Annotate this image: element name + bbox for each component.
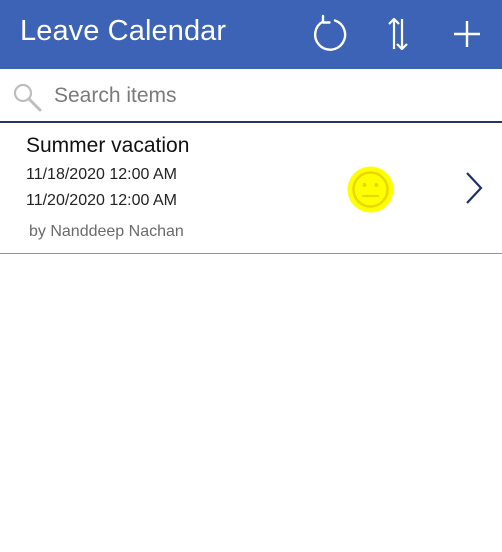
page-title: Leave Calendar — [20, 15, 227, 47]
add-button[interactable] — [445, 12, 489, 56]
item-title: Summer vacation — [26, 134, 190, 157]
list-item[interactable]: Summer vacation 11/18/2020 12:00 AM 11/2… — [0, 123, 502, 254]
app-header: Leave Calendar — [0, 0, 502, 69]
sort-icon — [388, 17, 408, 51]
chevron-right-icon[interactable] — [460, 170, 486, 206]
add-icon — [454, 21, 480, 47]
refresh-button[interactable] — [308, 12, 352, 56]
refresh-icon — [313, 14, 347, 51]
search-input[interactable] — [54, 79, 484, 113]
item-end-date: 11/20/2020 12:00 AM — [26, 192, 177, 209]
search-icon — [13, 83, 42, 112]
sort-button[interactable] — [376, 12, 420, 56]
item-author: by Nanddeep Nachan — [29, 223, 184, 240]
neutral-face-icon — [347, 166, 394, 213]
search-bar — [0, 69, 502, 123]
item-start-date: 11/18/2020 12:00 AM — [26, 166, 177, 183]
